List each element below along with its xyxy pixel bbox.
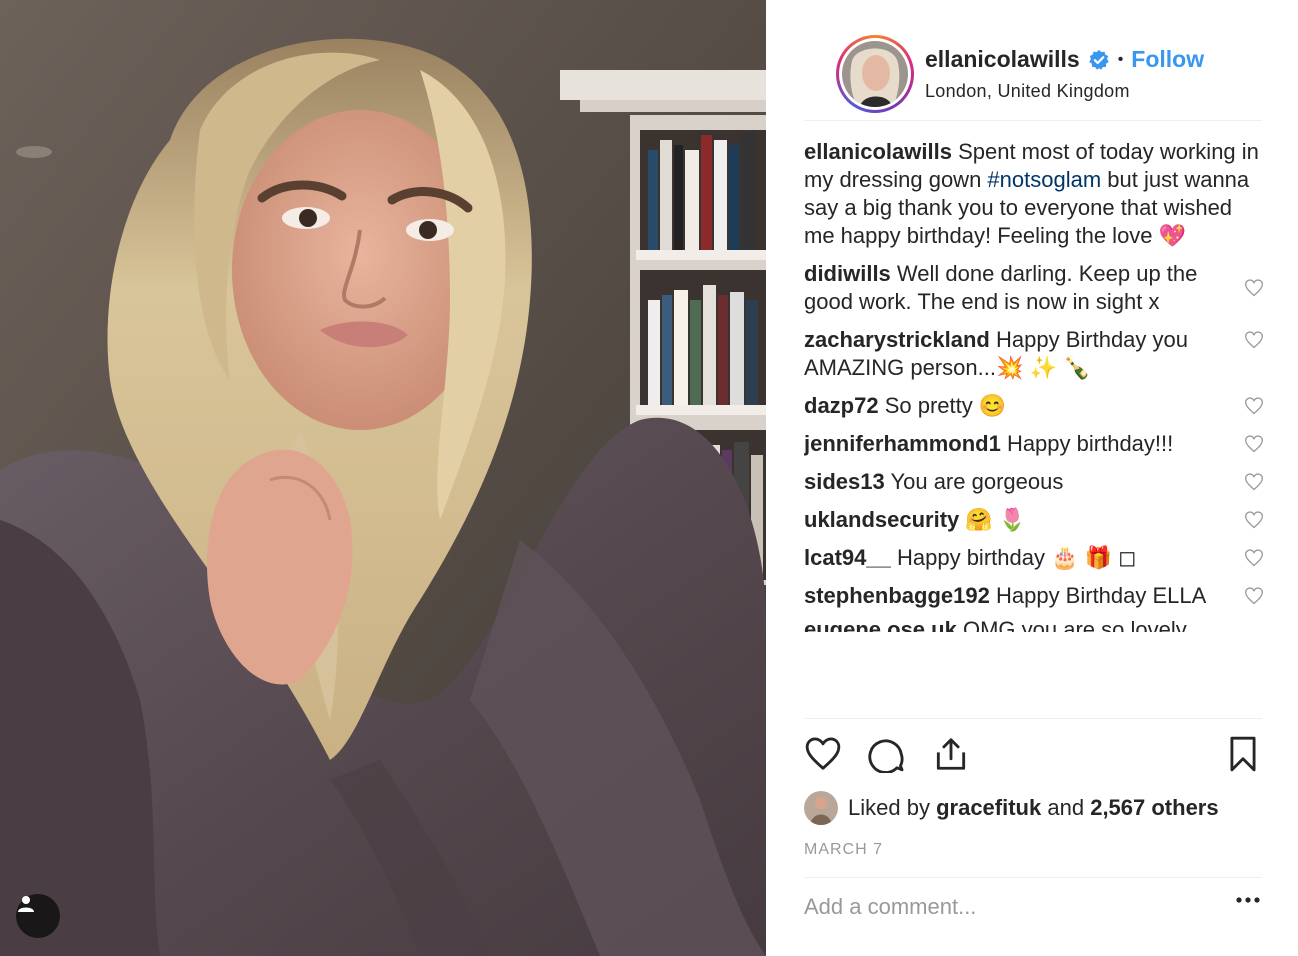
comment-text: 🤗 🌷 <box>965 507 1027 532</box>
save-bookmark-icon[interactable] <box>1224 735 1262 773</box>
comment-text: Happy birthday!!! <box>1006 431 1174 456</box>
comment-text: You are gorgeous <box>890 469 1064 494</box>
like-heart-icon[interactable] <box>804 735 842 773</box>
comment-item: stephenbagge192 Happy Birthday ELLA <box>804 582 1264 610</box>
share-upload-icon[interactable] <box>932 735 970 773</box>
comment-item: lcat94__ Happy birthday 🎂 🎁 ◻ <box>804 544 1264 572</box>
comment-username[interactable]: jenniferhammond1 <box>804 431 1001 456</box>
action-bar <box>804 735 1262 779</box>
likes-middle: and <box>1047 795 1085 820</box>
liker-avatar[interactable] <box>804 791 838 825</box>
comment-like-heart-icon[interactable] <box>1244 548 1264 568</box>
profile-avatar-story-ring[interactable] <box>836 35 914 113</box>
comment-like-heart-icon[interactable] <box>1244 396 1264 416</box>
verified-badge-icon <box>1088 49 1109 70</box>
post-location[interactable]: London, United Kingdom <box>925 81 1204 102</box>
comment-item: uklandsecurity 🤗 🌷 <box>804 506 1264 534</box>
comment-item: dazp72 So pretty 😊 <box>804 392 1264 420</box>
comment-username[interactable]: lcat94__ <box>804 545 891 570</box>
post-caption: ellanicolawills Spent most of today work… <box>804 138 1264 250</box>
add-comment-input[interactable] <box>804 890 1204 924</box>
comment-username[interactable]: eugene.ose.uk <box>804 618 957 632</box>
likes-prefix: Liked by <box>848 795 930 820</box>
post-actions-section: Liked by gracefituk and 2,567 others MAR… <box>804 718 1262 929</box>
comment-item-partial: eugene.ose.uk OMG you are so lovely <box>804 618 1264 632</box>
comment-username[interactable]: didiwills <box>804 261 891 286</box>
follow-button[interactable]: Follow <box>1131 46 1204 73</box>
comment-like-heart-icon[interactable] <box>1244 510 1264 530</box>
likes-summary[interactable]: Liked by gracefituk and 2,567 others <box>804 791 1219 825</box>
comment-item: jenniferhammond1 Happy birthday!!! <box>804 430 1264 458</box>
selfie-image <box>0 0 766 956</box>
add-comment-bar <box>804 877 1262 932</box>
likes-count[interactable]: 2,567 others <box>1090 795 1218 821</box>
post-header: ellanicolawills • Follow London, United … <box>804 18 1262 121</box>
comment-item: zacharystrickland Happy Birthday you AMA… <box>804 326 1264 382</box>
comment-text: Happy Birthday ELLA <box>995 583 1207 608</box>
comment-item: sides13 You are gorgeous <box>804 468 1264 496</box>
comment-like-heart-icon[interactable] <box>1244 434 1264 454</box>
comment-bubble-icon[interactable] <box>868 735 906 773</box>
post-date[interactable]: MARCH 7 <box>804 841 883 859</box>
comment-username[interactable]: stephenbagge192 <box>804 583 990 608</box>
comment-username[interactable]: zacharystrickland <box>804 327 990 352</box>
post-author-username[interactable]: ellanicolawills <box>925 46 1080 73</box>
comment-like-heart-icon[interactable] <box>1244 330 1264 350</box>
separator-dot: • <box>1117 50 1124 68</box>
comment-item: didiwills Well done darling. Keep up the… <box>804 260 1264 316</box>
comments-list[interactable]: ellanicolawills Spent most of today work… <box>804 138 1264 718</box>
comment-username[interactable]: sides13 <box>804 469 885 494</box>
post-photo[interactable] <box>0 0 766 956</box>
comment-text: So pretty 😊 <box>884 393 1007 418</box>
hashtag-link[interactable]: #notsoglam <box>987 167 1101 192</box>
user-tag-icon <box>18 896 34 912</box>
more-options-icon[interactable] <box>1236 896 1260 904</box>
comment-like-heart-icon[interactable] <box>1244 472 1264 492</box>
comment-text: OMG you are so lovely <box>962 618 1187 632</box>
comment-username[interactable]: uklandsecurity <box>804 507 959 532</box>
comment-like-heart-icon[interactable] <box>1244 278 1264 298</box>
comment-username[interactable]: dazp72 <box>804 393 879 418</box>
comment-like-heart-icon[interactable] <box>1244 586 1264 606</box>
liker-username[interactable]: gracefituk <box>936 795 1041 821</box>
comment-text: Happy birthday 🎂 🎁 ◻ <box>896 545 1137 570</box>
post-side-panel: ellanicolawills • Follow London, United … <box>766 0 1298 956</box>
user-tag-button[interactable] <box>16 894 60 938</box>
avatar <box>842 41 908 107</box>
caption-username[interactable]: ellanicolawills <box>804 139 952 164</box>
